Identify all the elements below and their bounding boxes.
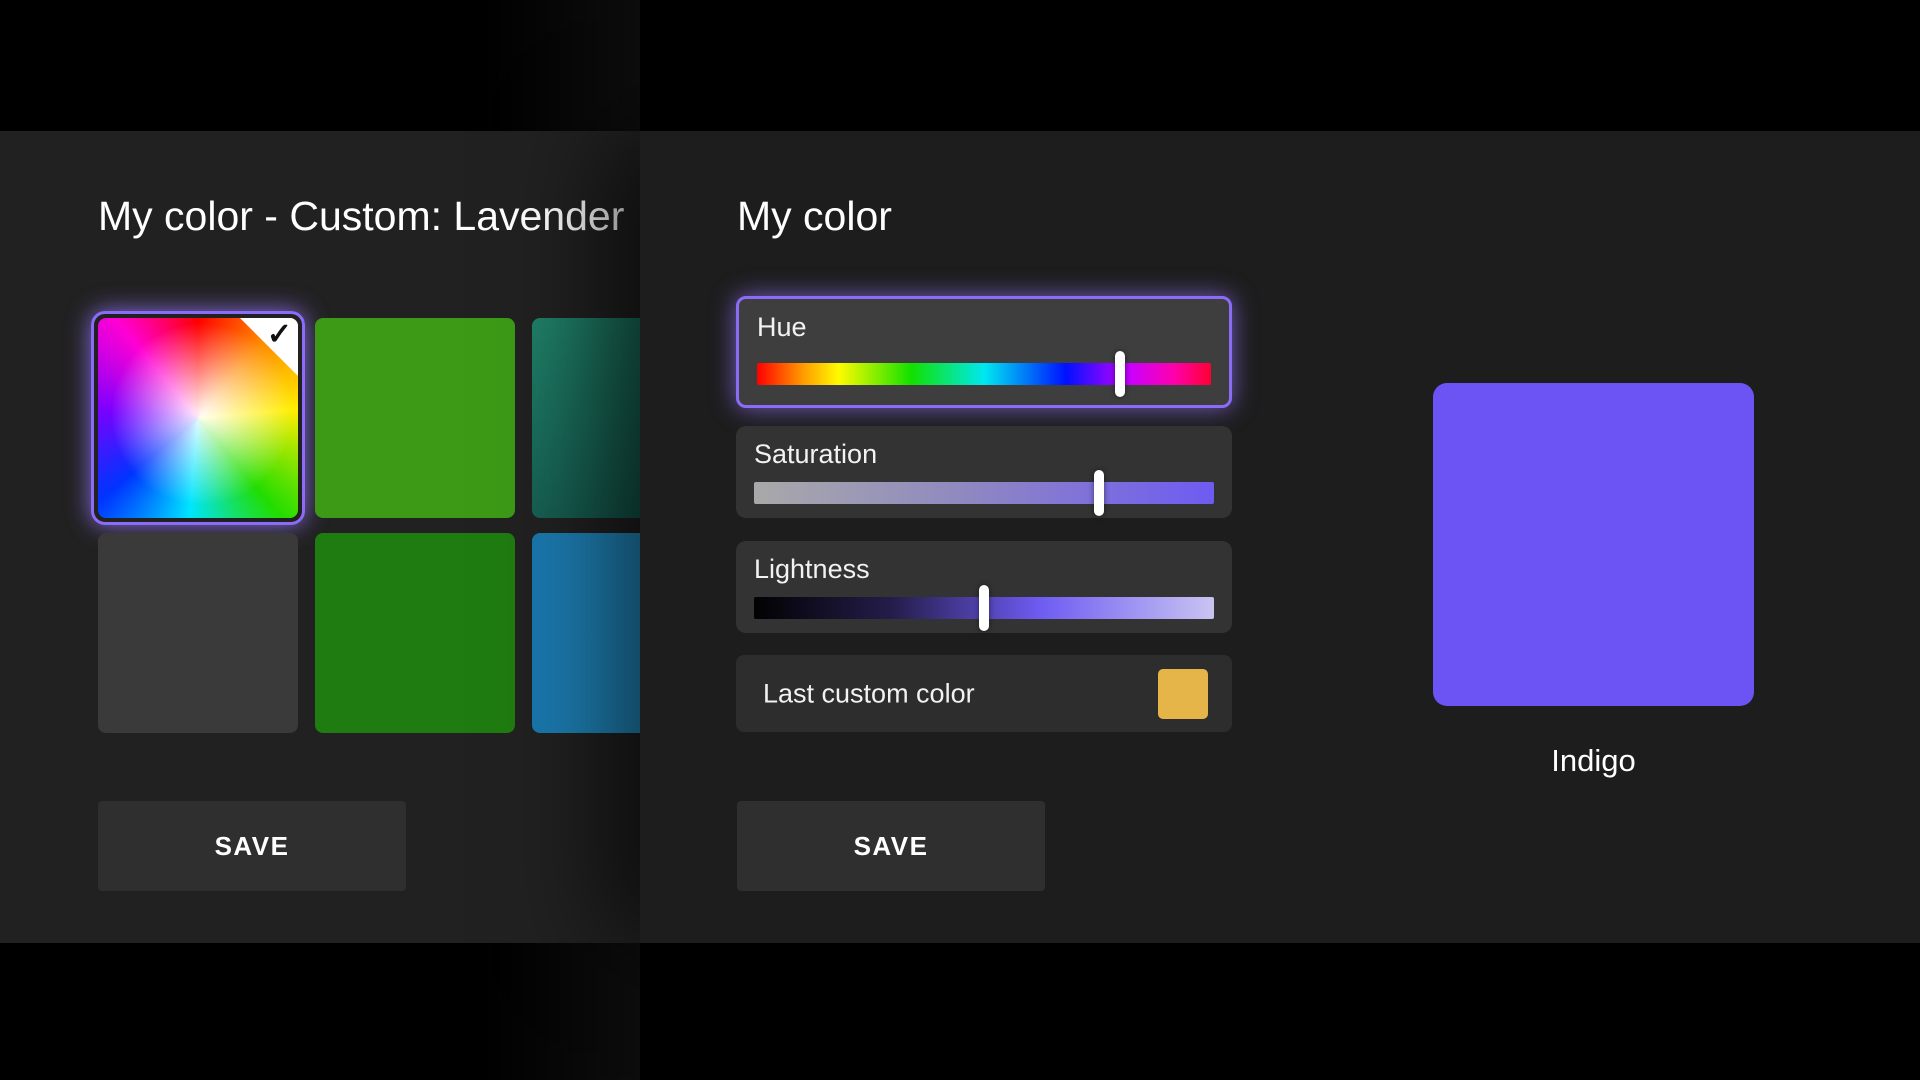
hue-slider[interactable] xyxy=(757,351,1211,397)
swatch-custom-spectrum[interactable]: ✓ xyxy=(91,311,305,525)
swatch-dark-green[interactable] xyxy=(315,533,515,733)
screen: My color - Custom: Lavender ✓ SAVE My co… xyxy=(0,0,1920,1080)
swatch-dark-gray[interactable] xyxy=(98,533,298,733)
saturation-slider[interactable] xyxy=(754,470,1214,516)
hue-slider-group[interactable]: Hue xyxy=(736,296,1232,408)
saturation-slider-group[interactable]: Saturation xyxy=(736,426,1232,518)
swatch-green[interactable] xyxy=(315,318,515,518)
lightness-slider-group[interactable]: Lightness xyxy=(736,541,1232,633)
spectrum-gradient: ✓ xyxy=(98,318,298,518)
last-custom-color-label: Last custom color xyxy=(763,678,975,708)
last-custom-color-row[interactable]: Last custom color xyxy=(736,655,1232,732)
saturation-slider-thumb[interactable] xyxy=(1094,470,1104,516)
hue-label: Hue xyxy=(757,312,807,342)
swatch-blue[interactable] xyxy=(532,533,640,733)
color-grid-panel: My color - Custom: Lavender ✓ SAVE xyxy=(0,131,640,943)
lightness-label: Lightness xyxy=(754,554,870,584)
check-icon: ✓ xyxy=(266,318,292,351)
swatch-teal[interactable] xyxy=(532,318,640,518)
last-custom-color-swatch[interactable] xyxy=(1158,668,1208,719)
lightness-slider[interactable] xyxy=(754,585,1214,631)
left-panel-title: My color - Custom: Lavender xyxy=(98,193,625,239)
preview-label: Indigo xyxy=(1551,743,1636,778)
adjust-save-button[interactable]: SAVE xyxy=(737,801,1045,891)
saturation-label: Saturation xyxy=(754,439,878,469)
color-adjust-panel: My color Hue Saturation Lightness Last c… xyxy=(640,131,1920,943)
right-panel-title: My color xyxy=(737,193,892,239)
lightness-slider-thumb[interactable] xyxy=(979,585,989,631)
grid-save-button[interactable]: SAVE xyxy=(98,801,406,891)
color-preview xyxy=(1433,383,1754,706)
hue-slider-thumb[interactable] xyxy=(1115,351,1126,397)
